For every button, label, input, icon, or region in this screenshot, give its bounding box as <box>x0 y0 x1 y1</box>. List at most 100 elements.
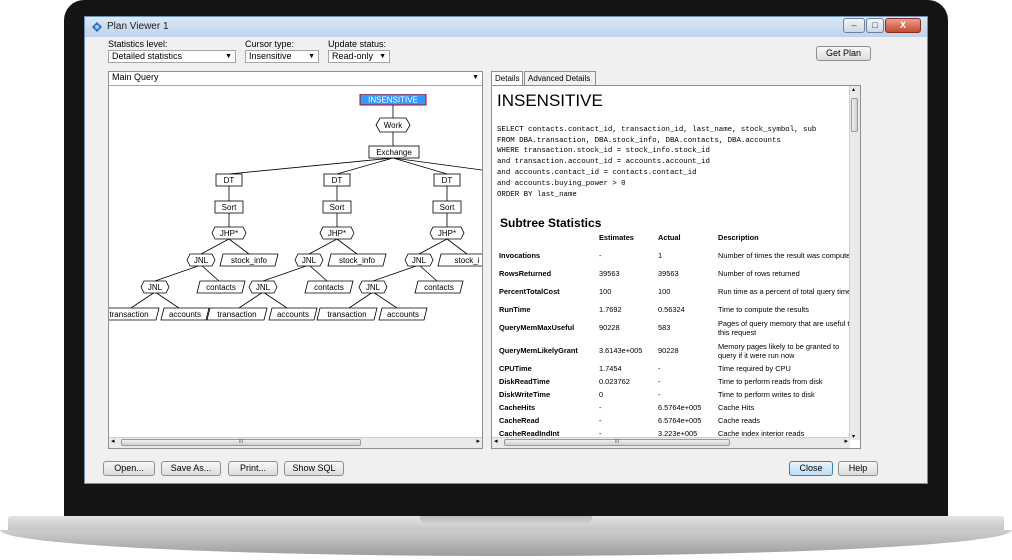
plan-node-accounts[interactable]: accounts <box>160 307 210 321</box>
plan-node-jhp-label: JHP* <box>328 229 346 238</box>
plan-node-jnl[interactable]: JNL <box>140 280 170 294</box>
plan-node-contacts[interactable]: contacts <box>196 280 246 294</box>
tab-details[interactable]: Details <box>491 71 523 86</box>
cursor-type-select[interactable]: Insensitive ▼ <box>245 50 319 63</box>
cursor-type-label: Cursor type: <box>245 39 295 49</box>
plan-node-jnl-label: JNL <box>148 283 163 292</box>
plan-node-stock-info-label: stock_info <box>339 256 376 265</box>
plan-edge <box>336 238 358 255</box>
stat-name: DiskReadTime <box>499 377 550 386</box>
plan-viewer-window: Plan Viewer 1 – □ X Statistics level: De… <box>84 16 928 484</box>
stat-actual: 0.56324 <box>658 305 685 314</box>
query-select[interactable]: Main Query ▼ <box>109 72 482 86</box>
update-status-value: Read-only <box>332 51 374 61</box>
plan-node-jnl[interactable]: JNL <box>248 280 278 294</box>
plan-edge <box>200 238 230 255</box>
statistics-row: CPUTime 1.7454 - Time required by CPU <box>499 362 856 375</box>
plan-node-dt[interactable]: DT <box>433 173 461 187</box>
plan-node-jnl[interactable]: JNL <box>358 280 388 294</box>
stat-name: QueryMemMaxUseful <box>499 323 575 332</box>
plan-node-stock-info[interactable]: stock_i <box>437 253 482 267</box>
stat-description: Time required by CPU <box>718 364 791 373</box>
plan-node-transaction[interactable]: transaction <box>109 307 160 321</box>
title-bar[interactable]: Plan Viewer 1 – □ X <box>85 17 927 37</box>
plan-node-transaction-label: transaction <box>109 310 148 319</box>
details-vertical-scrollbar[interactable]: ▴ ▾ <box>849 86 860 440</box>
plan-edge <box>238 291 264 309</box>
stat-actual: - <box>658 364 661 373</box>
scroll-right-icon[interactable]: ▸ <box>844 437 848 445</box>
scroll-down-icon[interactable]: ▾ <box>852 433 855 440</box>
update-status-select[interactable]: Read-only ▼ <box>328 50 390 63</box>
stat-actual: 583 <box>658 323 671 332</box>
query-select-value: Main Query <box>112 72 159 82</box>
stat-name: Invocations <box>499 250 541 260</box>
plan-node-jnl-label: JNL <box>256 283 271 292</box>
plan-tree-horizontal-scrollbar[interactable]: ◂ III ▸ <box>109 437 482 448</box>
details-horizontal-scrollbar[interactable]: ◂ III ▸ <box>492 437 850 448</box>
tab-advanced-details[interactable]: Advanced Details <box>524 71 596 85</box>
column-header: Description <box>718 233 759 242</box>
plan-node-jnl-label: JNL <box>194 256 209 265</box>
plan-node-exchange-label: Exchange <box>376 148 412 157</box>
print-button[interactable]: Print... <box>228 461 278 476</box>
scroll-up-icon[interactable]: ▴ <box>852 86 855 93</box>
scroll-right-icon[interactable]: ▸ <box>476 437 480 445</box>
plan-edge <box>154 291 180 309</box>
open-button[interactable]: Open... <box>103 461 155 476</box>
scroll-left-icon[interactable]: ◂ <box>494 437 498 445</box>
plan-node-jhp[interactable]: JHP* <box>429 226 465 240</box>
minimize-button[interactable]: – <box>843 18 865 33</box>
stat-estimate: 1.7454 <box>599 364 622 373</box>
stat-description: Number of rows returned <box>718 269 800 278</box>
plan-node-contacts[interactable]: contacts <box>414 280 464 294</box>
save-as-button[interactable]: Save As... <box>161 461 221 476</box>
help-button[interactable]: Help <box>838 461 878 476</box>
plan-edge <box>372 264 420 282</box>
plan-node-exchange[interactable]: Exchange <box>368 145 420 159</box>
stat-actual: - <box>658 377 661 386</box>
chevron-down-icon: ▼ <box>225 53 232 60</box>
chevron-down-icon: ▼ <box>379 53 386 60</box>
plan-node-jnl[interactable]: JNL <box>294 253 324 267</box>
plan-node-transaction[interactable]: transaction <box>316 307 378 321</box>
get-plan-button[interactable]: Get Plan <box>816 46 871 61</box>
plan-node-dt[interactable]: DT <box>215 173 243 187</box>
plan-node-jnl[interactable]: JNL <box>404 253 434 267</box>
stat-name: QueryMemLikelyGrant <box>499 346 578 355</box>
statistics-level-value: Detailed statistics <box>112 51 183 61</box>
details-pane: INSENSITIVE SELECT contacts.contact_id, … <box>491 85 861 449</box>
plan-node-stock-info-label: stock_info <box>231 256 268 265</box>
plan-node-sort[interactable]: Sort <box>322 200 352 214</box>
plan-node-transaction[interactable]: transaction <box>206 307 268 321</box>
stat-name: RowsReturned <box>499 269 552 278</box>
plan-node-dt[interactable]: DT <box>323 173 351 187</box>
plan-node-work[interactable]: Work <box>375 117 411 133</box>
plan-node-insensitive-label: INSENSITIVE <box>368 96 418 105</box>
maximize-button[interactable]: □ <box>866 18 884 33</box>
stat-name: RunTime <box>499 305 531 314</box>
stat-description: Memory pages likely to be granted to que… <box>718 341 840 360</box>
close-button[interactable]: Close <box>789 461 833 476</box>
plan-node-accounts[interactable]: accounts <box>268 307 318 321</box>
close-window-button[interactable]: X <box>885 18 921 33</box>
statistics-level-select[interactable]: Detailed statistics ▼ <box>108 50 236 63</box>
plan-node-jhp[interactable]: JHP* <box>211 226 247 240</box>
show-sql-button[interactable]: Show SQL <box>284 461 344 476</box>
plan-node-contacts[interactable]: contacts <box>304 280 354 294</box>
plan-node-jhp[interactable]: JHP* <box>319 226 355 240</box>
scroll-left-icon[interactable]: ◂ <box>111 437 115 445</box>
details-hscroll-thumb[interactable]: III <box>504 439 730 446</box>
details-scroll-thumb[interactable] <box>851 98 858 132</box>
plan-tree-scroll-thumb[interactable]: III <box>121 439 361 446</box>
plan-node-stock-info[interactable]: stock_info <box>327 253 387 267</box>
stat-actual: 90228 <box>658 346 679 355</box>
plan-node-insensitive[interactable]: INSENSITIVE <box>359 94 427 106</box>
plan-node-sort[interactable]: Sort <box>214 200 244 214</box>
plan-node-accounts[interactable]: accounts <box>378 307 428 321</box>
plan-node-jnl[interactable]: JNL <box>186 253 216 267</box>
update-status-label: Update status: <box>328 39 387 49</box>
plan-node-stock-info[interactable]: stock_info <box>219 253 279 267</box>
stat-actual: 39563 <box>658 269 679 278</box>
plan-node-sort[interactable]: Sort <box>432 200 462 214</box>
